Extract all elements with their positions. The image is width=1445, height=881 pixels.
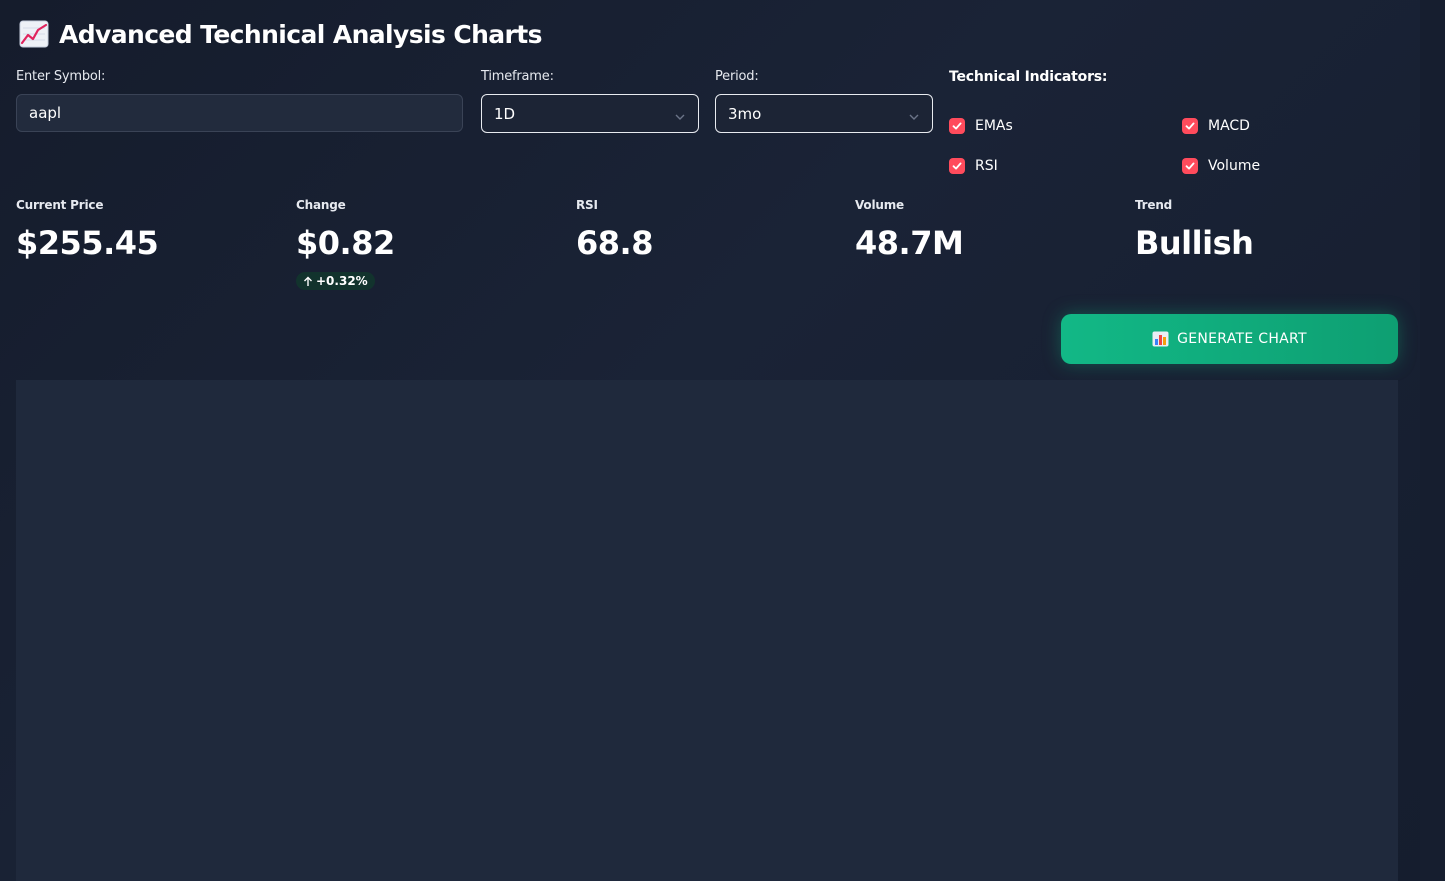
- chevron-down-icon: [908, 108, 920, 120]
- checkbox-volume[interactable]: Volume: [1182, 158, 1260, 174]
- bar-chart-icon: [1152, 331, 1169, 347]
- checkbox-rsi[interactable]: RSI: [949, 158, 998, 174]
- checkbox-label: MACD: [1208, 118, 1250, 134]
- metric-current-price: Current Price $255.45: [16, 198, 159, 262]
- chart-increasing-icon: [19, 20, 49, 48]
- checkmark-icon: [949, 118, 965, 134]
- metric-change: Change $0.82 +0.32%: [296, 198, 395, 291]
- app-header: Advanced Technical Analysis Charts: [19, 14, 543, 54]
- metric-label: RSI: [576, 198, 598, 212]
- period-label: Period:: [715, 69, 759, 84]
- checkbox-label: Volume: [1208, 158, 1261, 174]
- timeframe-select[interactable]: 1D: [481, 94, 699, 133]
- metric-volume: Volume 48.7M: [855, 198, 964, 262]
- checkmark-icon: [1182, 118, 1198, 134]
- delta-badge: +0.32%: [296, 272, 375, 290]
- metric-value: $0.82: [296, 224, 395, 262]
- checkmark-icon: [1182, 158, 1198, 174]
- app-page: Advanced Technical Analysis Charts Enter…: [0, 0, 1445, 881]
- page-title: Advanced Technical Analysis Charts: [59, 19, 543, 49]
- metric-rsi: RSI 68.8: [576, 198, 653, 262]
- arrow-up-icon: [303, 276, 313, 287]
- metric-value: 68.8: [576, 224, 653, 262]
- timeframe-value: 1D: [494, 104, 516, 123]
- symbol-input[interactable]: [16, 94, 463, 132]
- indicators-title: Technical Indicators:: [949, 69, 1108, 85]
- period-value: 3mo: [728, 104, 762, 123]
- chevron-down-icon: [674, 108, 686, 120]
- delta-value: +0.32%: [316, 274, 368, 288]
- metric-value: 48.7M: [855, 224, 964, 262]
- period-select[interactable]: 3mo: [715, 94, 933, 133]
- checkbox-macd[interactable]: MACD: [1182, 118, 1250, 134]
- symbol-label: Enter Symbol:: [16, 69, 106, 84]
- checkbox-label: RSI: [975, 158, 998, 174]
- generate-chart-label: GENERATE CHART: [1177, 331, 1307, 347]
- metric-label: Volume: [855, 198, 904, 212]
- checkmark-icon: [949, 158, 965, 174]
- metric-label: Change: [296, 198, 346, 212]
- chart-panel: [16, 380, 1398, 881]
- timeframe-label: Timeframe:: [481, 69, 554, 84]
- metric-label: Trend: [1135, 198, 1173, 212]
- checkbox-emas[interactable]: EMAs: [949, 118, 1013, 134]
- metric-trend: Trend Bullish: [1135, 198, 1254, 262]
- generate-chart-button[interactable]: GENERATE CHART: [1061, 314, 1398, 364]
- metric-value: Bullish: [1135, 224, 1254, 262]
- scrollbar-track[interactable]: [1420, 0, 1445, 881]
- metric-value: $255.45: [16, 224, 159, 262]
- metric-label: Current Price: [16, 198, 104, 212]
- checkbox-label: EMAs: [975, 118, 1013, 134]
